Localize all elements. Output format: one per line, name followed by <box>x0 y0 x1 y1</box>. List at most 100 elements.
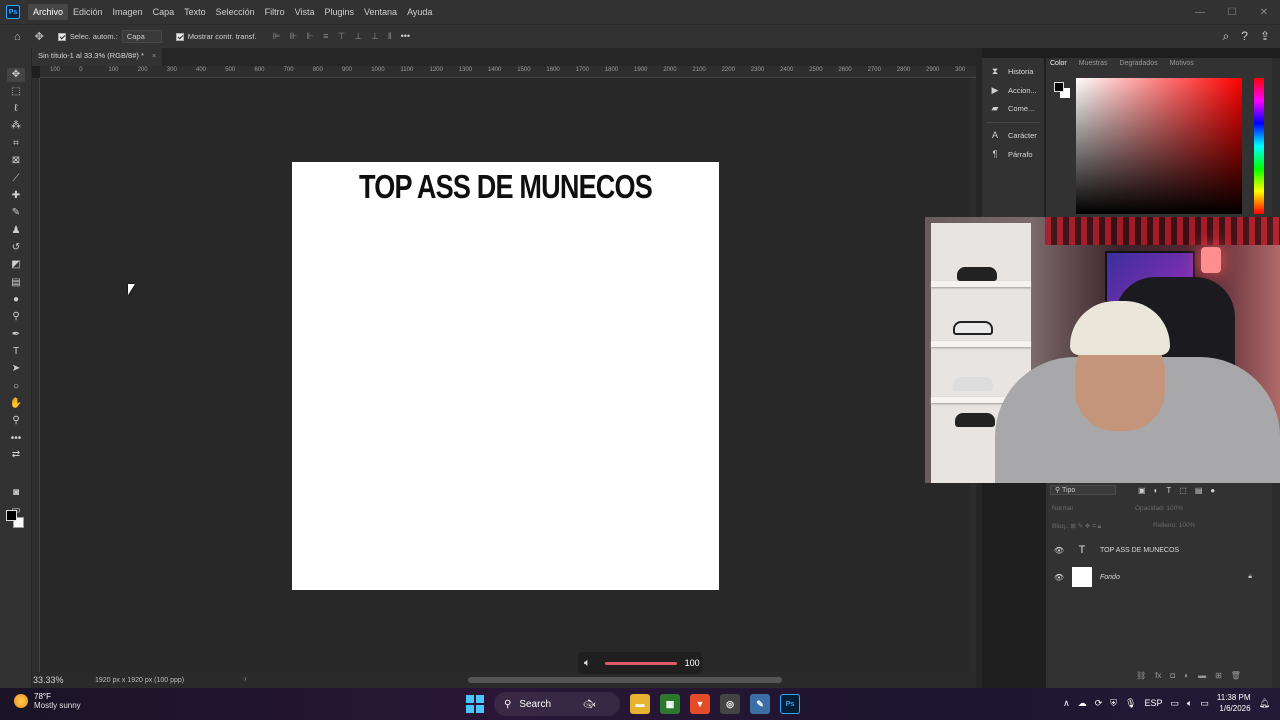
layer-kind-filter[interactable]: ⚲ Tipo <box>1050 485 1116 495</box>
fill-control[interactable]: Relleno: 100% <box>1153 522 1195 531</box>
notification-icon[interactable]: 🔔︎ <box>1259 698 1270 709</box>
minecraft-icon[interactable]: ▦ <box>660 694 680 714</box>
distribute-vertical-icon[interactable]: ‖ <box>388 31 392 42</box>
share-icon[interactable]: ⇪ <box>1260 29 1270 44</box>
menu-ayuda[interactable]: Ayuda <box>402 4 437 20</box>
color-picker-field[interactable] <box>1076 78 1242 214</box>
language-indicator[interactable]: ESP <box>1144 698 1162 708</box>
menu-seleccion[interactable]: Selección <box>211 4 260 20</box>
healing-brush-tool-icon[interactable]: ✚ <box>7 189 25 203</box>
sync-icon[interactable]: ⟳ <box>1095 698 1103 709</box>
microphone-icon[interactable]: 🎙︎ <box>1125 698 1136 709</box>
foreground-color-swatch[interactable] <box>6 510 17 521</box>
add-mask-icon[interactable]: ◘ <box>1170 671 1175 680</box>
checkbox-box[interactable] <box>57 32 66 41</box>
hand-tool-icon[interactable]: ✋ <box>7 397 25 411</box>
filter-adjustment-icon[interactable]: ◐ <box>1154 486 1159 495</box>
tab-color[interactable]: Color <box>1050 60 1067 68</box>
layer-row-background[interactable]: 👁︎ Fondo 🔒︎ <box>1046 564 1268 590</box>
panel-scrollbar[interactable] <box>1272 58 1280 218</box>
filter-pixel-icon[interactable]: ▣ <box>1138 486 1146 495</box>
show-transform-checkbox[interactable]: Mostrar contr. transf. <box>175 32 257 41</box>
filter-shape-icon[interactable]: ⬚ <box>1179 486 1187 495</box>
chevron-right-icon[interactable]: › <box>244 674 247 683</box>
new-group-icon[interactable]: ▬ <box>1198 671 1206 680</box>
panel-parrafo[interactable]: ¶ Párrafo <box>990 149 1033 159</box>
eyedropper-tool-icon[interactable]: ⟋ <box>7 172 25 186</box>
align-top-icon[interactable]: ⊤ <box>337 31 345 42</box>
more-options-icon[interactable]: ••• <box>401 31 410 42</box>
more-tools-icon[interactable]: ••• <box>7 432 25 446</box>
tab-degradados[interactable]: Degradados <box>1120 60 1158 68</box>
delete-layer-icon[interactable]: 🗑︎ <box>1231 671 1241 680</box>
panel-comentarios[interactable]: ▰ Come... <box>990 103 1035 114</box>
link-layers-icon[interactable]: ⛓ <box>1136 671 1146 680</box>
file-explorer-icon[interactable]: ▬ <box>630 694 650 714</box>
canvas-text-layer[interactable]: TOP ASS DE MUNECOS <box>330 168 680 206</box>
menu-plugins[interactable]: Plugins <box>320 4 360 20</box>
align-bottom-icon[interactable]: ⊥ <box>371 31 379 42</box>
filter-smart-icon[interactable]: ▤ <box>1195 486 1203 495</box>
gradient-tool-icon[interactable]: ▤ <box>7 276 25 290</box>
foreground-color-swatch[interactable] <box>1054 82 1064 92</box>
crop-tool-icon[interactable]: ⌗ <box>7 137 25 151</box>
menu-filtro[interactable]: Filtro <box>260 4 290 20</box>
blend-mode-select[interactable]: Normal <box>1052 505 1073 512</box>
frame-tool-icon[interactable]: ⊠ <box>7 154 25 168</box>
dodge-tool-icon[interactable]: ⚲ <box>7 310 25 324</box>
lock-icon[interactable]: 🔒︎ <box>1248 573 1252 581</box>
lock-controls[interactable]: Bloq.: ⊠ ✎ ✥ ⌗ 🔒︎ <box>1052 522 1101 531</box>
chevron-up-icon[interactable]: ∧ <box>1063 698 1070 709</box>
windows-start-icon[interactable] <box>466 695 484 713</box>
network-icon[interactable]: ▭ <box>1170 698 1179 709</box>
swap-colors-icon[interactable]: ⇄ <box>7 448 25 462</box>
taskbar-search[interactable]: ⚲ Search 🐟︎ <box>494 692 620 716</box>
adjustment-layer-icon[interactable]: ◐ <box>1184 671 1189 680</box>
marquee-tool-icon[interactable]: ⬚ <box>7 85 25 99</box>
layer-name[interactable]: TOP ASS DE MUNECOS <box>1100 547 1179 554</box>
search-icon[interactable]: ⌕ <box>1223 29 1230 44</box>
distribute-icon[interactable]: ≡ <box>323 31 328 42</box>
auto-select-checkbox[interactable]: Selec. autom.: <box>57 32 118 41</box>
menu-capa[interactable]: Capa <box>148 4 180 20</box>
tab-muestras[interactable]: Muestras <box>1079 60 1108 68</box>
new-layer-icon[interactable]: ⊞ <box>1215 671 1222 680</box>
type-tool-icon[interactable]: T <box>7 345 25 359</box>
onedrive-icon[interactable]: ☁ <box>1078 698 1087 709</box>
brave-browser-icon[interactable]: ▼ <box>690 694 710 714</box>
obs-icon[interactable]: ◎ <box>720 694 740 714</box>
panel-acciones[interactable]: ▶ Accion... <box>990 85 1037 96</box>
close-icon[interactable]: ✕ <box>1248 0 1280 24</box>
brush-tool-icon[interactable]: ✎ <box>7 206 25 220</box>
tab-motivos[interactable]: Motivos <box>1170 60 1194 68</box>
menu-vista[interactable]: Vista <box>290 4 320 20</box>
volume-icon[interactable]: 🔈︎ <box>1187 698 1192 709</box>
maximize-icon[interactable]: ☐ <box>1216 0 1248 24</box>
menu-ventana[interactable]: Ventana <box>359 4 402 20</box>
eye-icon[interactable]: 👁︎ <box>1050 546 1068 555</box>
panel-historia[interactable]: ⧗ Historia <box>990 66 1034 77</box>
filter-toggle-icon[interactable]: ● <box>1210 486 1215 495</box>
menu-archivo[interactable]: Archivo <box>28 4 69 20</box>
horizontal-scrollbar[interactable] <box>468 677 782 683</box>
battery-icon[interactable]: ▭ <box>1200 698 1209 709</box>
document-tab[interactable]: Sin título-1 al 33.3% (RGB/8#) * × <box>32 48 163 66</box>
align-middle-icon[interactable]: ⊥ <box>354 31 362 42</box>
minimize-icon[interactable]: — <box>1184 0 1216 24</box>
zoom-level[interactable]: 33.33% <box>33 675 89 685</box>
blur-tool-icon[interactable]: ● <box>7 293 25 307</box>
align-right-icon[interactable]: ⊩ <box>306 31 314 42</box>
home-icon[interactable]: ⌂ <box>14 31 21 43</box>
hue-slider[interactable] <box>1254 78 1264 214</box>
document-canvas[interactable]: TOP ASS DE MUNECOS <box>292 162 719 590</box>
quick-mask-icon[interactable]: ◙ <box>7 486 25 500</box>
weather-widget[interactable]: 78°F Mostly sunny <box>14 692 81 710</box>
eraser-tool-icon[interactable]: ◩ <box>7 258 25 272</box>
lasso-tool-icon[interactable]: ℓ <box>7 102 25 116</box>
clock[interactable]: 11:38 PM 1/6/2026 <box>1217 692 1251 714</box>
checkbox-box[interactable] <box>175 32 184 41</box>
menu-texto[interactable]: Texto <box>179 4 211 20</box>
auto-select-target-dropdown[interactable]: Capa <box>121 30 162 43</box>
history-brush-tool-icon[interactable]: ↺ <box>7 241 25 255</box>
photoshop-taskbar-icon[interactable]: Ps <box>780 694 800 714</box>
